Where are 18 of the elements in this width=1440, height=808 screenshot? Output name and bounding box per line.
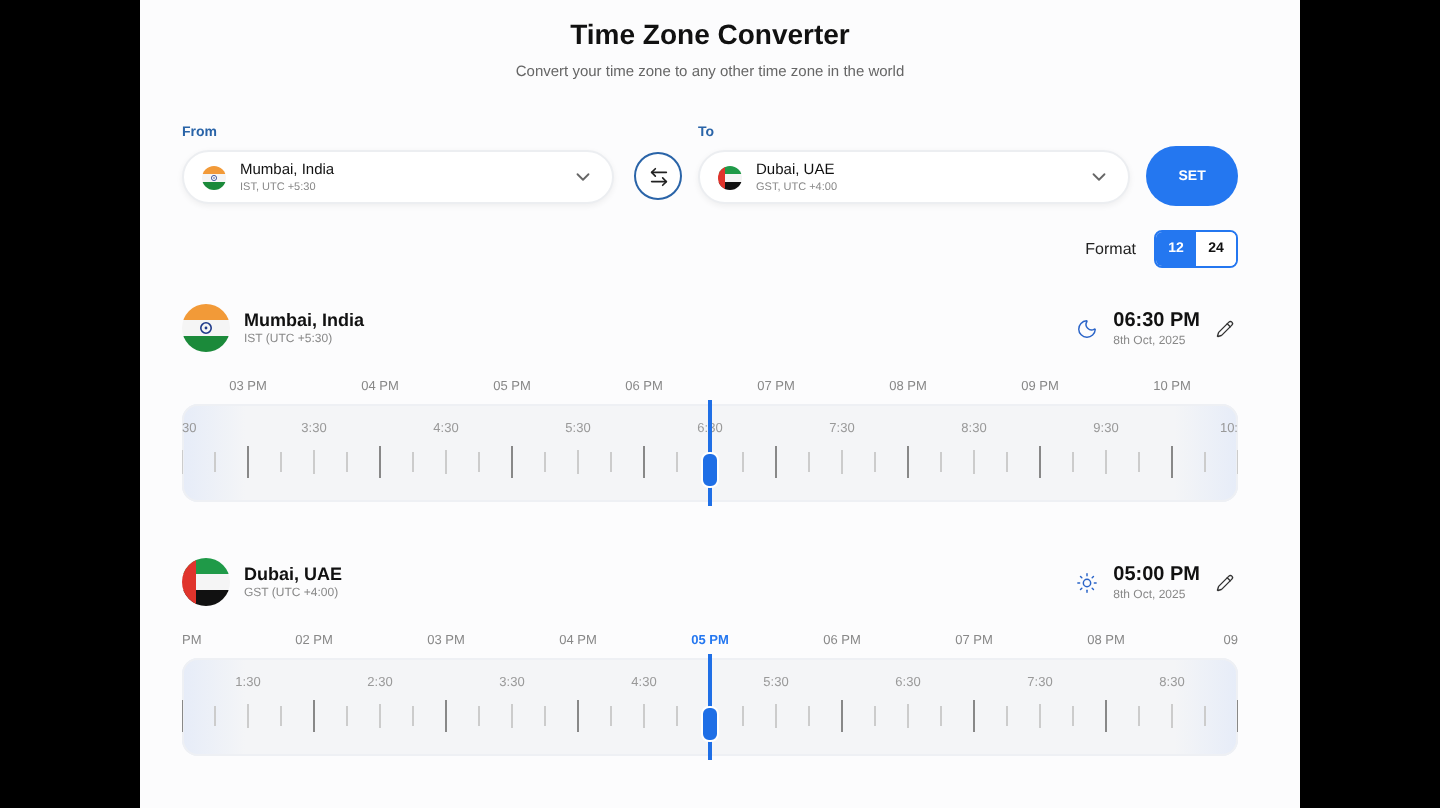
slider-handle[interactable] [701,452,719,488]
time-value: 05:00 PM [1113,563,1200,585]
edit-icon[interactable] [1216,319,1234,337]
city-name: Dubai, UAE [244,564,345,584]
format-label: Format [1085,240,1136,258]
india-flag-icon [202,165,226,189]
edit-icon[interactable] [1216,573,1234,591]
uae-flag-icon [718,165,743,189]
india-flag-icon [182,304,230,352]
slider-handle[interactable] [701,706,719,742]
sun-icon [1075,571,1098,593]
swap-icon [647,165,670,187]
uae-flag-icon [182,558,230,606]
time-value: 06:30 PM [1113,309,1200,331]
city-name: Mumbai, India [244,310,367,330]
swap-button[interactable] [634,152,683,200]
page-title: Time Zone Converter [568,18,852,50]
moon-icon [1075,317,1098,339]
